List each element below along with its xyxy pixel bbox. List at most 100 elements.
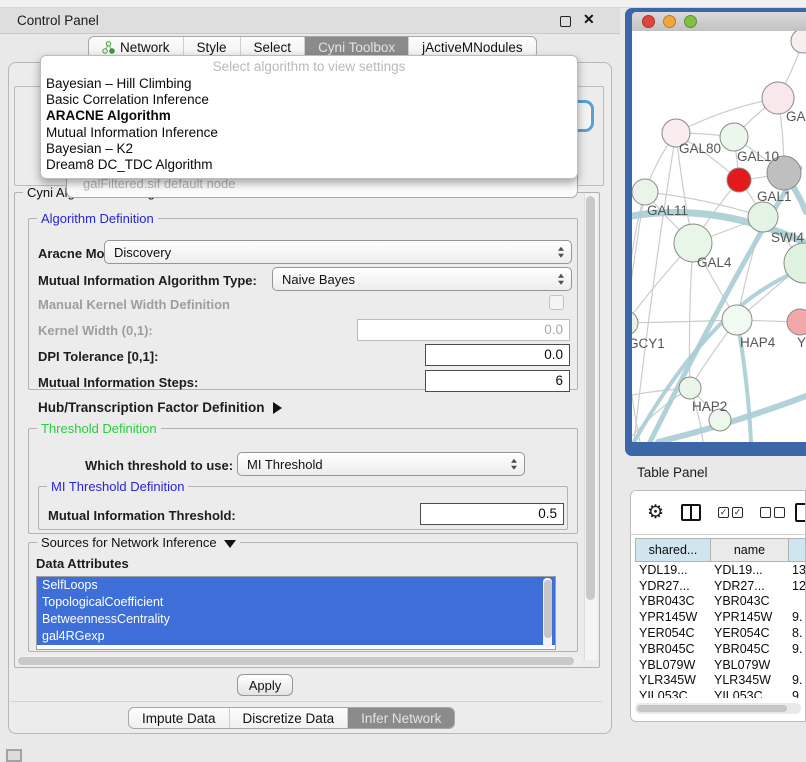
algorithm-option[interactable]: Bayesian – Hill Climbing — [41, 76, 577, 92]
network-node[interactable] — [748, 202, 778, 232]
mi-steps-label: Mutual Information Steps: — [38, 375, 198, 390]
node-label: GAL11 — [647, 203, 688, 218]
table-row[interactable]: YBL079WYBL079W — [635, 657, 806, 673]
network-node[interactable] — [632, 311, 638, 335]
table-cell: 8. — [788, 626, 806, 640]
control-panel-titlebar: Control Panel ✕ — [0, 8, 620, 34]
stepper-icon — [558, 247, 564, 258]
algorithm-definition-title: Algorithm Definition — [37, 211, 158, 226]
document-icon[interactable] — [795, 503, 806, 522]
minimize-traffic-light-icon[interactable] — [663, 15, 676, 28]
select-all-checkboxes-icon[interactable]: ✓✓ — [718, 507, 743, 518]
algorithm-option[interactable]: Basic Correlation Inference — [41, 92, 577, 108]
divider — [10, 701, 602, 702]
attributes-vscrollbar-thumb[interactable] — [544, 580, 552, 638]
attribute-table: shared...name YDL19...YDL19...13YDR27...… — [635, 538, 806, 698]
network-node[interactable] — [632, 179, 658, 205]
node-label: HAP4 — [740, 335, 776, 350]
network-node[interactable] — [679, 377, 701, 399]
manual-kernel-checkbox[interactable] — [549, 295, 564, 310]
node-label: GAL80 — [679, 141, 721, 156]
which-threshold-combo[interactable]: MI Threshold — [237, 452, 525, 476]
attribute-item[interactable]: TopologicalCoefficient — [37, 594, 555, 611]
algorithm-option[interactable]: Mutual Information Inference — [41, 125, 577, 141]
network-view-canvas[interactable]: GALGAL80GAL10GAL1GAL11SWI4GAL4GCY1HAP4YH… — [632, 31, 806, 442]
which-threshold-label: Which threshold to use: — [85, 458, 233, 473]
collapse-arrow-icon — [224, 540, 236, 548]
table-cell: YDL19... — [635, 563, 710, 577]
gear-icon[interactable]: ⚙ — [647, 503, 664, 522]
hub-definition-toggle[interactable]: Hub/Transcription Factor Definition — [38, 400, 282, 415]
aracne-mode-combo[interactable]: Discovery — [104, 240, 572, 264]
attribute-item[interactable]: BetweennessCentrality — [37, 611, 555, 628]
algorithm-option[interactable]: Bayesian – K2 — [41, 141, 577, 157]
mi-steps-field[interactable]: 6 — [425, 370, 570, 392]
table-cell: YER054C — [710, 626, 788, 640]
table-cell: YBL079W — [710, 658, 788, 672]
attribute-item[interactable]: gal4RGexp — [37, 628, 555, 645]
node-label: GAL10 — [737, 149, 779, 164]
bottom-tab-discretize-data[interactable]: Discretize Data — [230, 708, 349, 728]
table-cell: YDR27... — [710, 579, 788, 593]
tab-label: Style — [197, 40, 227, 55]
table-row[interactable]: YLR345WYLR345W9. — [635, 673, 806, 689]
algorithm-option[interactable]: Dream8 DC_TDC Algorithm — [41, 157, 577, 173]
float-window-icon[interactable] — [560, 16, 571, 27]
sources-group-title[interactable]: Sources for Network Inference — [37, 535, 240, 550]
tab-label: jActiveMNodules — [422, 40, 523, 55]
dpi-tolerance-field[interactable]: 0.0 — [425, 344, 570, 366]
table-header-row: shared...name — [635, 538, 806, 562]
split-columns-icon[interactable] — [681, 504, 701, 521]
node-label: HAP2 — [692, 399, 727, 414]
table-row[interactable]: YBR045CYBR045C9. — [635, 641, 806, 657]
network-edge-thick[interactable] — [658, 396, 806, 442]
table-column-header[interactable]: name — [710, 538, 788, 562]
table-row[interactable]: YBR043CYBR043C — [635, 594, 806, 610]
mi-type-combo[interactable]: Naive Bayes — [272, 267, 572, 291]
node-label: GAL1 — [757, 189, 792, 204]
which-threshold-value: MI Threshold — [247, 457, 323, 472]
table-cell: YLR345W — [635, 673, 710, 687]
table-hscrollbar-thumb[interactable] — [637, 705, 787, 712]
kernel-width-field[interactable]: 0.0 — [357, 319, 570, 341]
apply-button[interactable]: Apply — [237, 674, 293, 696]
kernel-width-label: Kernel Width (0,1): — [38, 323, 153, 338]
close-traffic-light-icon[interactable] — [642, 15, 655, 28]
table-column-header[interactable] — [788, 538, 806, 562]
table-cell: 9. — [788, 673, 806, 687]
table-row[interactable]: YDR27...YDR27...12 — [635, 578, 806, 594]
settings-vscrollbar-thumb[interactable] — [586, 196, 595, 600]
minimized-panel-icon[interactable] — [6, 749, 22, 762]
table-row[interactable]: YIL053CYIL053C9. — [635, 688, 806, 698]
network-window-titlebar[interactable] — [632, 12, 806, 31]
network-node[interactable] — [722, 305, 752, 335]
zoom-traffic-light-icon[interactable] — [684, 15, 697, 28]
settings-hscrollbar-thumb[interactable] — [18, 657, 574, 665]
network-node[interactable] — [791, 31, 806, 53]
mi-threshold-field[interactable]: 0.5 — [420, 503, 564, 525]
close-icon[interactable]: ✕ — [583, 11, 595, 28]
dpi-tolerance-label: DPI Tolerance [0,1]: — [38, 349, 158, 364]
hub-definition-label: Hub/Transcription Factor Definition — [38, 400, 265, 415]
table-row[interactable]: YDL19...YDL19...13 — [635, 562, 806, 578]
bottom-tab-impute-data[interactable]: Impute Data — [129, 708, 230, 728]
algorithm-popup-items: Bayesian – Hill ClimbingBasic Correlatio… — [41, 76, 577, 173]
attribute-item[interactable]: SelfLoops — [37, 577, 555, 594]
network-node[interactable] — [720, 123, 748, 151]
table-row[interactable]: YPR145WYPR145W9. — [635, 609, 806, 625]
tab-label: Network — [120, 40, 170, 55]
data-attributes-list[interactable]: SelfLoopsTopologicalCoefficientBetweenne… — [36, 576, 556, 650]
table-row[interactable]: YER054CYER054C8. — [635, 625, 806, 641]
mi-type-value: Naive Bayes — [282, 272, 355, 287]
mi-threshold-label: Mutual Information Threshold: — [48, 508, 236, 523]
tab-label: Select — [254, 40, 292, 55]
table-column-header[interactable]: shared... — [635, 538, 710, 562]
table-cell: YBL079W — [635, 658, 710, 672]
network-node[interactable] — [727, 168, 751, 192]
bottom-tab-infer-network[interactable]: Infer Network — [348, 708, 454, 728]
table-cell: YPR145W — [710, 610, 788, 624]
algorithm-option[interactable]: ARACNE Algorithm — [41, 108, 577, 124]
table-cell: YBR043C — [710, 594, 788, 608]
network-node[interactable] — [787, 309, 806, 335]
deselect-all-checkboxes-icon[interactable] — [760, 507, 785, 518]
